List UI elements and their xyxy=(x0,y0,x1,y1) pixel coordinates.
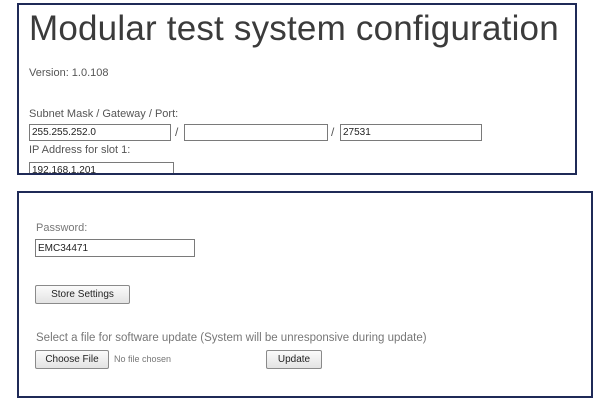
separator: / xyxy=(331,125,335,139)
separator: / xyxy=(175,125,179,139)
password-label: Password: xyxy=(36,222,88,234)
update-button[interactable]: Update xyxy=(266,350,322,369)
configuration-panel: Modular test system configuration Versio… xyxy=(17,3,577,175)
settings-panel: Password: Store Settings Select a file f… xyxy=(17,191,593,398)
port-input[interactable] xyxy=(340,124,482,141)
page-title: Modular test system configuration xyxy=(29,9,559,48)
gateway-input[interactable] xyxy=(184,124,328,141)
no-file-chosen-text: No file chosen xyxy=(114,354,172,364)
ip-address-slot-label: IP Address for slot 1: xyxy=(29,144,131,156)
network-settings-label: Subnet Mask / Gateway / Port: xyxy=(29,108,179,120)
software-update-label: Select a file for software update (Syste… xyxy=(36,332,427,344)
version-text: Version: 1.0.108 xyxy=(29,67,109,79)
password-input[interactable] xyxy=(35,239,195,257)
subnet-mask-input[interactable] xyxy=(29,124,171,141)
ip-address-slot-input[interactable] xyxy=(29,162,174,173)
store-settings-button[interactable]: Store Settings xyxy=(35,285,130,304)
choose-file-button[interactable]: Choose File xyxy=(35,350,109,369)
